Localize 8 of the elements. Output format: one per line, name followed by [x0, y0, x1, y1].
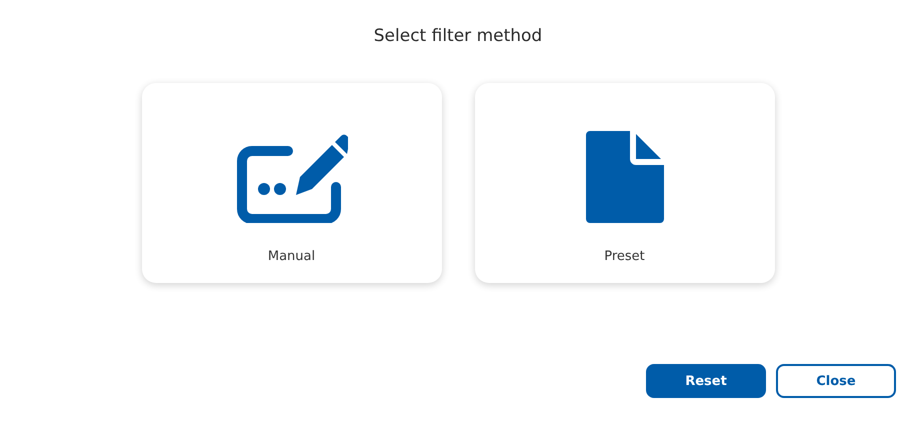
option-label: Preset	[604, 249, 645, 264]
option-label: Manual	[268, 249, 316, 264]
option-card[interactable]: Manual	[142, 83, 442, 283]
close-button[interactable]: Close	[776, 364, 896, 398]
dialog-title: Select filter method	[374, 25, 542, 47]
reset-button[interactable]: Reset	[646, 364, 766, 398]
document-icon	[586, 131, 664, 223]
option-card[interactable]: Preset	[474, 83, 774, 283]
